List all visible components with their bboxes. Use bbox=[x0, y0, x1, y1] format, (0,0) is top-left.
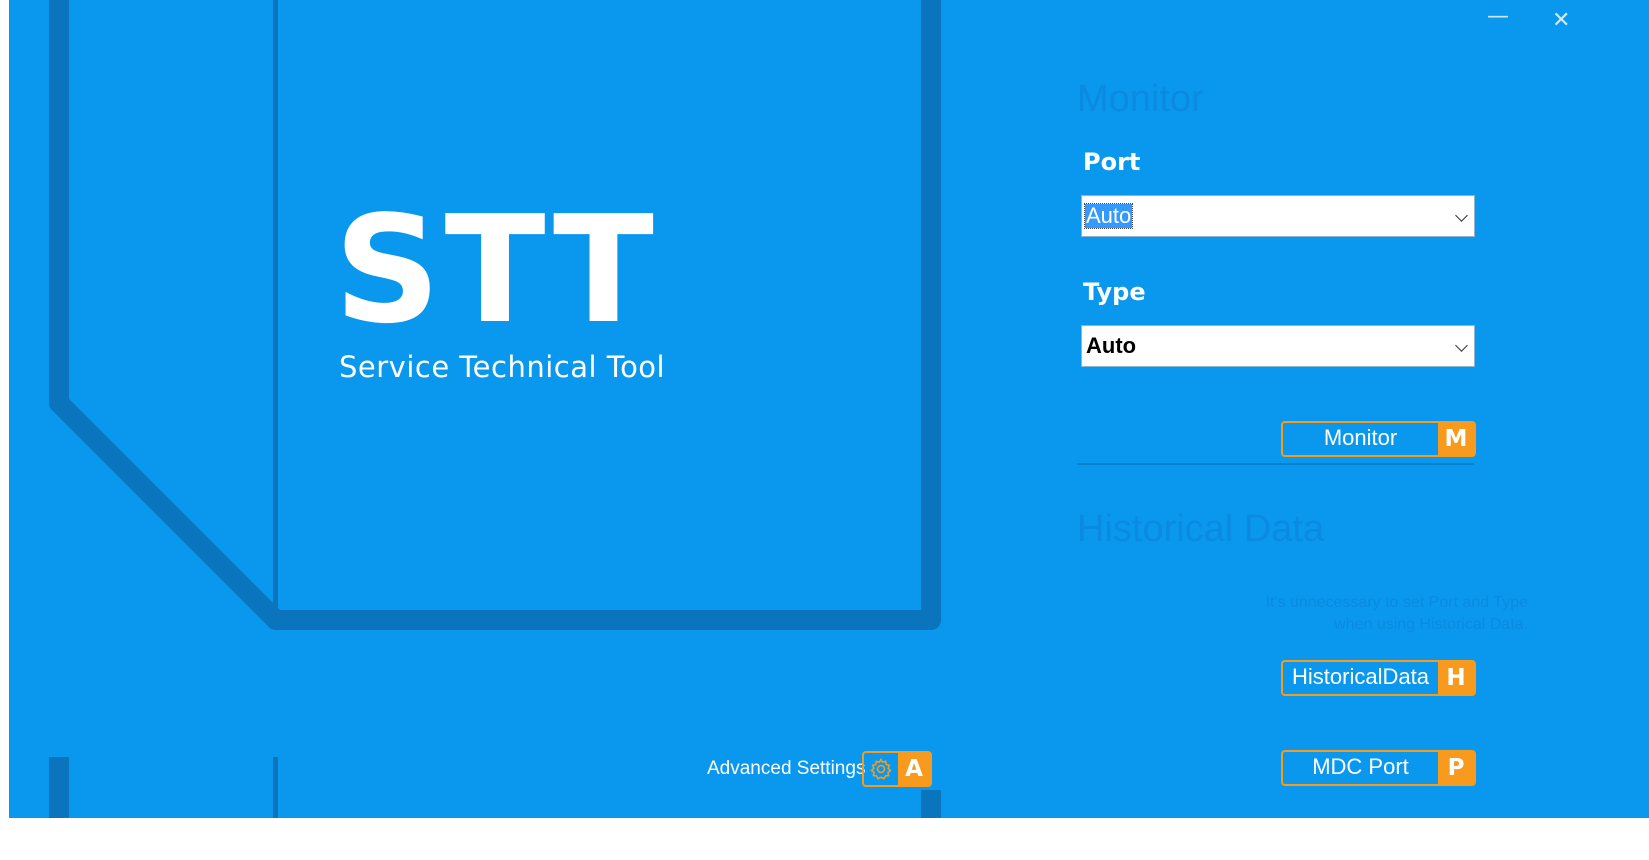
close-icon[interactable]: ✕ bbox=[1552, 8, 1570, 33]
advanced-settings-button[interactable]: A bbox=[862, 751, 932, 787]
mdc-port-shortcut-key: P bbox=[1438, 752, 1474, 784]
advanced-settings-shortcut-key: A bbox=[898, 753, 930, 785]
historical-section-title: Historical Data bbox=[1077, 508, 1325, 550]
app-window: STT Service Technical Tool — ✕ Monitor P… bbox=[9, 0, 1649, 818]
app-subtitle: Service Technical Tool bbox=[339, 350, 666, 384]
advanced-settings-label[interactable]: Advanced Settings bbox=[707, 758, 865, 780]
historical-hint-line2: when using Historical Data. bbox=[1334, 616, 1528, 633]
monitor-button[interactable]: Monitor M bbox=[1281, 421, 1476, 457]
monitor-button-label: Monitor bbox=[1323, 425, 1398, 450]
historical-data-button[interactable]: HistoricalData H bbox=[1281, 660, 1476, 696]
historical-hint-line1: It's unnecessary to set Port and Type bbox=[1265, 594, 1528, 611]
historical-hint: It's unnecessary to set Port and Type wh… bbox=[1209, 592, 1528, 636]
mdc-port-button[interactable]: MDC Port P bbox=[1281, 750, 1476, 786]
monitor-shortcut-key: M bbox=[1438, 423, 1474, 455]
app-logo: STT bbox=[334, 184, 658, 356]
gear-icon bbox=[864, 753, 898, 785]
minimize-icon[interactable]: — bbox=[1487, 4, 1509, 29]
section-divider bbox=[1077, 463, 1474, 465]
monitor-section-title: Monitor bbox=[1077, 78, 1204, 120]
chevron-down-icon bbox=[1455, 209, 1468, 222]
port-select[interactable]: Auto bbox=[1081, 195, 1475, 237]
historical-data-shortcut-key: H bbox=[1438, 662, 1474, 694]
type-select-value: Auto bbox=[1086, 333, 1137, 358]
chevron-down-icon bbox=[1455, 339, 1468, 352]
port-label: Port bbox=[1083, 148, 1141, 176]
type-label: Type bbox=[1083, 278, 1146, 306]
port-select-value: Auto bbox=[1083, 203, 1134, 229]
mdc-port-button-label: MDC Port bbox=[1312, 754, 1409, 779]
historical-data-button-label: HistoricalData bbox=[1292, 664, 1429, 689]
type-select[interactable]: Auto bbox=[1081, 325, 1475, 367]
